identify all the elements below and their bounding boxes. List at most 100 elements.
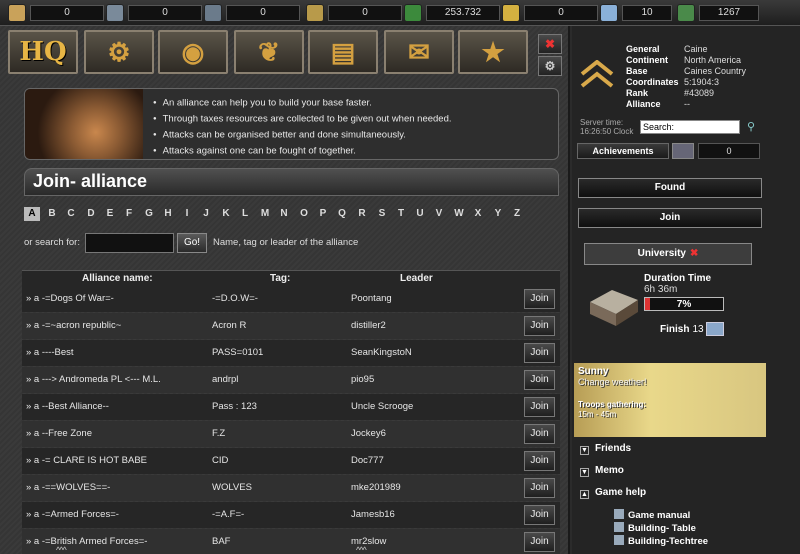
- alliance-name[interactable]: » a -==WOLVES==-: [26, 482, 110, 493]
- letter-e[interactable]: E: [102, 207, 118, 221]
- resource-bar: 0 0 0 0 253.732 0 10 1267: [0, 0, 800, 26]
- letter-p[interactable]: P: [315, 207, 331, 221]
- rank-up-icon: [677, 4, 695, 22]
- memo-menu[interactable]: ▼ Memo: [580, 465, 624, 477]
- hq-button[interactable]: HQ: [8, 30, 78, 74]
- letter-f[interactable]: F: [121, 207, 137, 221]
- table-row: » a -==WOLVES==- WOLVES mke201989 Join: [22, 475, 560, 501]
- letter-o[interactable]: O: [296, 207, 312, 221]
- star-button[interactable]: ★: [458, 30, 528, 74]
- alliance-button[interactable]: ❦: [234, 30, 304, 74]
- join-button[interactable]: Join: [524, 505, 555, 525]
- table-row: » a --Best Alliance-- Pass : 123 Uncle Scr…: [22, 394, 560, 420]
- join-alliance-button[interactable]: Join: [578, 208, 762, 228]
- join-button[interactable]: Join: [524, 397, 555, 417]
- building-table-link[interactable]: Building- Table: [614, 522, 696, 534]
- column-header-leader: Leader: [400, 273, 433, 284]
- alliance-search-input[interactable]: [85, 233, 174, 253]
- letter-m[interactable]: M: [257, 207, 273, 221]
- letter-a[interactable]: A: [24, 207, 40, 221]
- join-button[interactable]: Join: [524, 451, 555, 471]
- alliance-leader[interactable]: distiller2: [351, 320, 386, 331]
- join-button[interactable]: Join: [524, 316, 555, 336]
- alliance-name[interactable]: » a -= CLARE IS HOT BABE: [26, 455, 147, 466]
- letter-w[interactable]: W: [451, 207, 467, 221]
- documents-button[interactable]: ▤: [308, 30, 378, 74]
- profile-label-rank: Rank: [626, 88, 649, 98]
- alliance-leader[interactable]: Jamesb16: [351, 509, 395, 520]
- alliance-leader[interactable]: pio95: [351, 374, 374, 385]
- alliance-name[interactable]: » a -=~acron republic~: [26, 320, 121, 331]
- letter-i[interactable]: I: [179, 207, 195, 221]
- finish-label: Finish: [660, 324, 690, 335]
- troops-gathering-value: 15m - 45m: [578, 410, 617, 419]
- letter-c[interactable]: C: [63, 207, 79, 221]
- friends-label: Friends: [595, 443, 632, 454]
- letter-v[interactable]: V: [431, 207, 447, 221]
- letter-h[interactable]: H: [160, 207, 176, 221]
- letter-n[interactable]: N: [276, 207, 292, 221]
- change-weather-link[interactable]: Change weather!: [578, 377, 647, 387]
- alliance-leader[interactable]: Uncle Scrooge: [351, 401, 413, 412]
- letter-r[interactable]: R: [354, 207, 370, 221]
- game-help-menu[interactable]: ▲ Game help: [580, 487, 646, 499]
- join-button[interactable]: Join: [524, 478, 555, 498]
- letter-b[interactable]: B: [44, 207, 60, 221]
- benefit-item: Attacks can be organised better and done…: [153, 127, 452, 143]
- alliance-name[interactable]: » a ----Best: [26, 347, 74, 358]
- letter-g[interactable]: G: [141, 207, 157, 221]
- game-manual-link[interactable]: Game manual: [614, 509, 690, 521]
- scroll-caret[interactable]: ^^^: [356, 545, 367, 554]
- mail-button[interactable]: ✉: [384, 30, 454, 74]
- letter-y[interactable]: Y: [490, 207, 506, 221]
- diamond-icon[interactable]: [706, 322, 724, 336]
- friends-menu[interactable]: ▼ Friends: [580, 443, 631, 455]
- alliance-leader[interactable]: SeanKingstoN: [351, 347, 412, 358]
- cancel-icon[interactable]: ✖: [690, 248, 698, 259]
- search-icon[interactable]: ⚲: [747, 120, 755, 133]
- alliance-leader[interactable]: Doc777: [351, 455, 384, 466]
- document-icon: [614, 522, 624, 532]
- profile-label-continent: Continent: [626, 55, 668, 65]
- go-button[interactable]: Go!: [177, 233, 207, 253]
- scroll-caret[interactable]: ^^^: [56, 545, 67, 554]
- letter-k[interactable]: K: [218, 207, 234, 221]
- alliance-leader[interactable]: Poontang: [351, 293, 392, 304]
- join-button[interactable]: Join: [524, 370, 555, 390]
- global-search-input[interactable]: Search:: [640, 120, 740, 134]
- alliance-name[interactable]: » a --Free Zone: [26, 428, 92, 439]
- letter-t[interactable]: T: [393, 207, 409, 221]
- join-button[interactable]: Join: [524, 343, 555, 363]
- handshake-image: [25, 89, 143, 159]
- alliance-leader[interactable]: Jockey6: [351, 428, 386, 439]
- letter-l[interactable]: L: [237, 207, 253, 221]
- alliance-name[interactable]: » a -=British Armed Forces=-: [26, 536, 147, 547]
- letter-z[interactable]: Z: [509, 207, 525, 221]
- letter-u[interactable]: U: [412, 207, 428, 221]
- letter-j[interactable]: J: [198, 207, 214, 221]
- alliance-name[interactable]: » a -=Armed Forces=-: [26, 509, 119, 520]
- alliance-table: Alliance name: Tag: Leader » a -=Dogs Of…: [22, 270, 560, 554]
- letter-d[interactable]: D: [83, 207, 99, 221]
- achievements-button[interactable]: Achievements: [577, 143, 669, 159]
- profile-label-alliance: Alliance: [626, 99, 661, 109]
- alliance-name[interactable]: » a ---> Andromeda PL <--- M.L.: [26, 374, 161, 385]
- close-button[interactable]: ✖: [538, 34, 562, 54]
- letter-x[interactable]: X: [470, 207, 486, 221]
- found-alliance-button[interactable]: Found: [578, 178, 762, 198]
- join-button[interactable]: Join: [524, 532, 555, 552]
- alliance-leader[interactable]: mke201989: [351, 482, 401, 493]
- globe-button[interactable]: ◉: [158, 30, 228, 74]
- alliance-name[interactable]: » a --Best Alliance--: [26, 401, 109, 412]
- army-button[interactable]: ⚙: [84, 30, 154, 74]
- alliance-name[interactable]: » a -=Dogs Of War=-: [26, 293, 114, 304]
- letter-q[interactable]: Q: [334, 207, 350, 221]
- letter-s[interactable]: S: [374, 207, 390, 221]
- building-techtree-link[interactable]: Building-Techtree: [614, 535, 708, 547]
- join-button[interactable]: Join: [524, 289, 555, 309]
- resource-diamond-value: 10: [622, 5, 672, 21]
- server-time: Server time: 16:26:50 Clock: [580, 118, 633, 136]
- settings-button[interactable]: ⚙: [538, 56, 562, 76]
- side-panel: General Caine Continent North America Ba…: [572, 26, 800, 554]
- join-button[interactable]: Join: [524, 424, 555, 444]
